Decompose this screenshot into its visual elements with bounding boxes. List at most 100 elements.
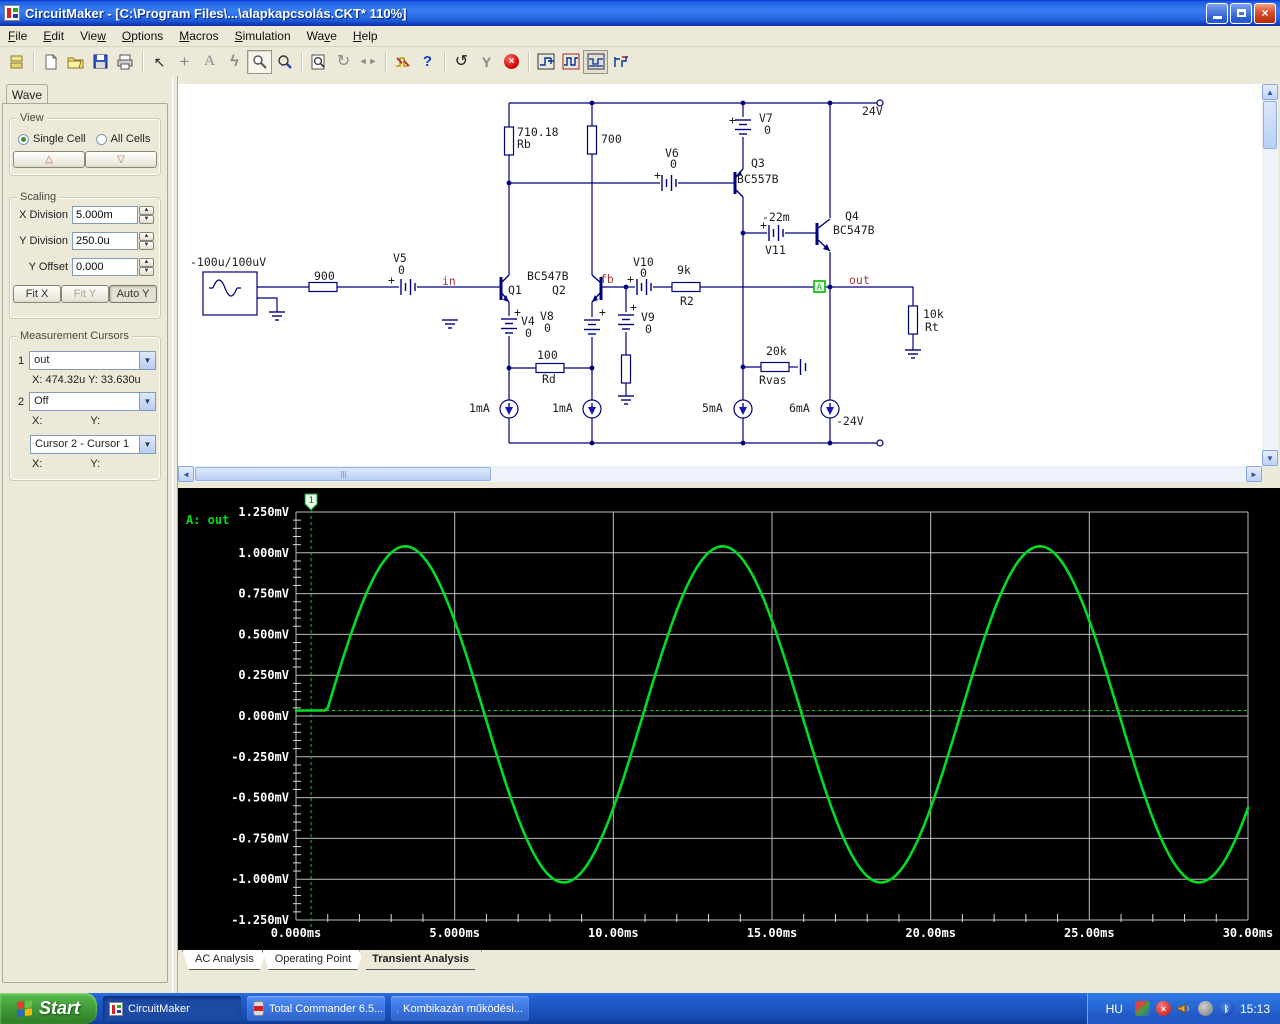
- waveform-plot[interactable]: 1.250mV 1.000mV 0.750mV 0.500mV 0.250mV 0.000…: [178, 488, 1280, 950]
- text-tool-button[interactable]: A: [197, 50, 222, 74]
- wire-tool-button[interactable]: +: [172, 50, 197, 74]
- menu-wave[interactable]: Wave: [299, 27, 345, 45]
- schematic-label: Rvas: [759, 373, 787, 387]
- taskbar-task-browser[interactable]: Kombikazán működési...: [391, 996, 529, 1021]
- schematic-label: 1mA: [469, 401, 490, 415]
- device-icon[interactable]: [1197, 1001, 1213, 1016]
- horizontal-scrollbar[interactable]: ◄ ►: [178, 466, 1262, 482]
- delete-tool-button[interactable]: ϟ: [222, 50, 247, 74]
- cell-down-button[interactable]: ▽: [85, 151, 157, 168]
- scroll-right-button[interactable]: ►: [1246, 466, 1262, 482]
- schematic-canvas[interactable]: A 710.18 Rb 700 V6 0 + V7 0 +24V Q3 BC557B -22m V11 + Q…: [178, 84, 1262, 466]
- wrench-button[interactable]: Y: [474, 50, 499, 74]
- print-button[interactable]: [113, 50, 138, 74]
- vscroll-thumb[interactable]: [1263, 101, 1277, 149]
- mirror-icon: ◄►: [358, 56, 379, 66]
- probe-tool-button[interactable]: [247, 49, 272, 74]
- language-indicator[interactable]: HU: [1100, 1001, 1129, 1017]
- chevron-down-icon[interactable]: ▼: [139, 351, 156, 370]
- all-cells-label: All Cells: [110, 133, 151, 145]
- single-cell-radio[interactable]: [18, 133, 29, 145]
- scroll-left-button[interactable]: ◄: [178, 466, 194, 482]
- schematic-label: -24V: [836, 414, 864, 428]
- cursors-group-title: Measurement Cursors: [17, 330, 132, 342]
- tablet-pen-icon[interactable]: [1134, 1001, 1150, 1016]
- y-offset-input[interactable]: [72, 258, 138, 276]
- tab-transient-analysis[interactable]: Transient Analysis: [359, 950, 482, 970]
- restore-button[interactable]: [1230, 2, 1252, 24]
- reset-button[interactable]: ↺: [449, 50, 474, 74]
- y-division-input[interactable]: [72, 232, 138, 250]
- schematic-label: 700: [601, 132, 622, 146]
- mirror-button[interactable]: ◄►: [356, 50, 381, 74]
- menu-file[interactable]: File: [0, 27, 35, 45]
- wrench-icon: Y: [481, 53, 492, 70]
- all-cells-radio[interactable]: [95, 133, 107, 145]
- minimize-button[interactable]: [1206, 2, 1228, 24]
- new-file-button[interactable]: [38, 50, 63, 74]
- security-shield-icon[interactable]: ×: [1155, 1001, 1171, 1016]
- menu-macros[interactable]: Macros: [171, 27, 226, 45]
- help-button[interactable]: ?: [415, 50, 440, 74]
- pulse-scope-button[interactable]: [608, 50, 633, 74]
- bluetooth-icon[interactable]: ᛒ: [1218, 1001, 1234, 1016]
- single-cell-label: Single Cell: [33, 133, 86, 145]
- menu-help[interactable]: Help: [345, 27, 386, 45]
- menu-view[interactable]: View: [72, 27, 114, 45]
- y-division-spinner[interactable]: ▲ ▼: [139, 232, 154, 250]
- cursor-diff-y-label: Y:: [90, 458, 101, 470]
- zoom-window-button[interactable]: [306, 50, 331, 74]
- taskbar-task-total-commander[interactable]: Total Commander 6.5...: [247, 996, 385, 1021]
- zoom-tool-button[interactable]: [272, 50, 297, 74]
- triangle-up-icon: △: [45, 154, 53, 165]
- parts-browser-button[interactable]: [4, 50, 29, 74]
- x-division-spinner[interactable]: ▲ ▼: [139, 206, 154, 224]
- digital-scope-button[interactable]: [558, 50, 583, 74]
- digital-analog-button[interactable]: [390, 50, 415, 74]
- x-division-input[interactable]: [72, 206, 138, 224]
- open-file-button[interactable]: [63, 50, 88, 74]
- stop-simulation-button[interactable]: ×: [499, 50, 524, 74]
- analog-scope-button[interactable]: [583, 49, 608, 74]
- fit-y-button[interactable]: Fit Y: [61, 285, 109, 303]
- volume-icon[interactable]: [1177, 1001, 1192, 1016]
- chevron-down-icon[interactable]: ▼: [139, 392, 156, 411]
- cursor2-select[interactable]: Off ▼: [29, 392, 156, 411]
- start-button[interactable]: Start: [0, 993, 97, 1024]
- schematic-label: fb: [600, 272, 614, 286]
- menu-options[interactable]: Options: [114, 27, 171, 45]
- open-folder-icon: [67, 57, 84, 68]
- scroll-up-button[interactable]: ▲: [1262, 84, 1278, 100]
- save-file-button[interactable]: [88, 50, 113, 74]
- select-tool-button[interactable]: ↖: [147, 50, 172, 74]
- menu-simulation[interactable]: Simulation: [227, 27, 299, 45]
- menu-edit[interactable]: Edit: [35, 27, 72, 45]
- rotate-button[interactable]: ↻: [331, 50, 356, 74]
- taskbar-task-circuitmaker[interactable]: CircuitMaker: [103, 996, 241, 1021]
- cursor1-select[interactable]: out ▼: [29, 351, 156, 370]
- circuitmaker-task-icon: [109, 1001, 123, 1016]
- tab-wave[interactable]: Wave: [6, 84, 48, 104]
- cell-up-button[interactable]: △: [13, 151, 85, 168]
- junction-dot: [827, 440, 833, 446]
- scope-probe-button[interactable]: [533, 50, 558, 74]
- cursor-diff-select[interactable]: Cursor 2 - Cursor 1 ▼: [30, 435, 156, 454]
- wave-control-panel: Wave View Single Cell All Cells △ ▽ Scal…: [0, 76, 172, 993]
- sine-symbol: [209, 279, 241, 297]
- hscroll-thumb[interactable]: [195, 467, 491, 481]
- junction-dot: [589, 365, 595, 371]
- tab-ac-analysis[interactable]: AC Analysis: [182, 950, 267, 970]
- scroll-down-button[interactable]: ▼: [1262, 450, 1278, 466]
- y-axis-tick-label: -1.250mV: [231, 913, 289, 927]
- tab-operating-point[interactable]: Operating Point: [262, 950, 364, 970]
- cursor-diff-value: Cursor 2 - Cursor 1: [30, 435, 139, 454]
- text-icon: A: [204, 53, 215, 69]
- schematic-label: 0: [544, 321, 551, 335]
- fit-x-button[interactable]: Fit X: [13, 285, 61, 303]
- auto-y-button[interactable]: Auto Y: [109, 285, 157, 303]
- vertical-scrollbar[interactable]: ▲ ▼: [1262, 84, 1278, 466]
- chevron-down-icon[interactable]: ▼: [139, 435, 156, 454]
- task-label: Total Commander 6.5...: [269, 1002, 384, 1015]
- close-button[interactable]: ×: [1254, 2, 1276, 24]
- y-offset-spinner[interactable]: ▲ ▼: [139, 258, 154, 276]
